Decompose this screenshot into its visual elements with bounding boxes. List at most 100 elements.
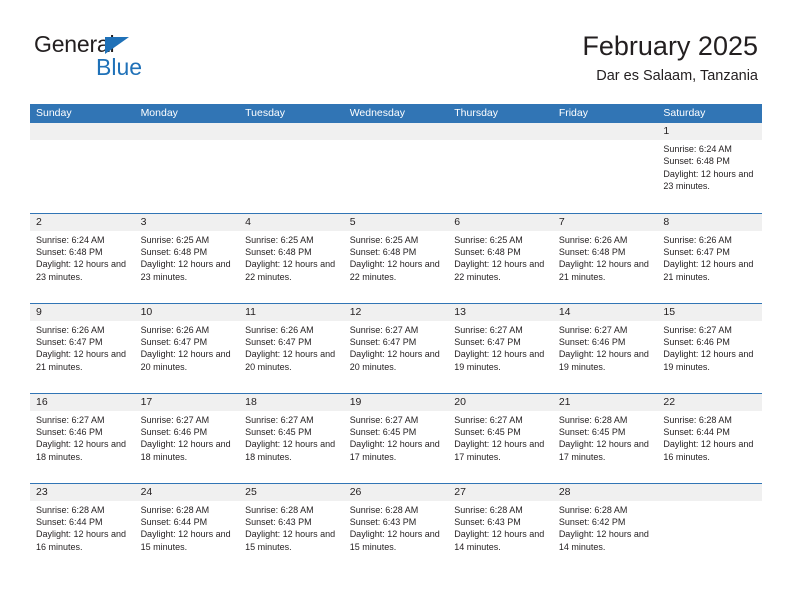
day-sun-info: Sunrise: 6:27 AM Sunset: 6:47 PM Daylight:…: [448, 321, 553, 374]
sunset-text: Sunset: 6:48 PM: [663, 156, 730, 167]
day-cell-inner: 10 Sunrise: 6:26 AM Sunset: 6:47 PM Dayligh…: [134, 303, 240, 393]
day-sun-info: Sunrise: 6:27 AM Sunset: 6:46 PM Daylight:…: [135, 411, 240, 464]
sunset-text: Sunset: 6:48 PM: [349, 246, 417, 257]
day-sun-info: Sunrise: 6:27 AM Sunset: 6:46 PM Daylight:…: [30, 411, 135, 464]
day-cell-inner: 26 Sunrise: 6:28 AM Sunset: 6:43 PM Dayligh…: [343, 483, 449, 580]
daylight-text: Daylight: 12 hours and 21 minutes.: [663, 259, 754, 282]
calendar-day-cell[interactable]: 2 Sunrise: 6:24 AM Sunset: 6:48 PM Daylight…: [30, 212, 135, 303]
calendar-day-cell[interactable]: 11 Sunrise: 6:26 AM Sunset: 6:47 PM Dayligh…: [239, 302, 344, 393]
calendar-day-cell[interactable]: 17 Sunrise: 6:27 AM Sunset: 6:46 PM Dayligh…: [134, 392, 240, 483]
day-number: 1: [657, 123, 762, 140]
calendar-day-cell[interactable]: 15 Sunrise: 6:27 AM Sunset: 6:46 PM Dayligh…: [657, 302, 762, 393]
calendar-day-cell[interactable]: 8 Sunrise: 6:26 AM Sunset: 6:47 PM Daylight…: [657, 212, 762, 303]
calendar-day-cell[interactable]: 3 Sunrise: 6:25 AM Sunset: 6:48 PM Daylight…: [134, 212, 240, 303]
calendar-day-cell[interactable]: 20 Sunrise: 6:27 AM Sunset: 6:45 PM Dayligh…: [448, 392, 553, 483]
brand-name-blue: Blue: [96, 54, 143, 80]
calendar-day-cell-empty: [239, 123, 344, 213]
sunset-text: Sunset: 6:47 PM: [349, 336, 417, 347]
sunset-text: Sunset: 6:43 PM: [245, 516, 312, 527]
day-header-saturday: Saturday: [657, 104, 762, 123]
day-header-sunday: Sunday: [30, 104, 135, 123]
day-cell-inner: 5 Sunrise: 6:25 AM Sunset: 6:48 PM Daylight…: [343, 213, 449, 303]
sunset-text: Sunset: 6:48 PM: [140, 246, 208, 257]
sunrise-text: Sunrise: 6:27 AM: [558, 324, 628, 335]
day-cell-inner: [134, 123, 240, 213]
calendar-day-cell[interactable]: 18 Sunrise: 6:27 AM Sunset: 6:45 PM Dayligh…: [239, 392, 344, 483]
calendar-day-cell-empty: [552, 123, 658, 213]
day-sun-info: Sunrise: 6:25 AM Sunset: 6:48 PM Daylight:…: [239, 231, 344, 284]
calendar-day-cell[interactable]: 21 Sunrise: 6:28 AM Sunset: 6:45 PM Dayligh…: [552, 392, 658, 483]
calendar-week-row: 9 Sunrise: 6:26 AM Sunset: 6:47 PM Daylight…: [30, 302, 762, 393]
sunrise-text: Sunrise: 6:28 AM: [454, 504, 523, 515]
day-cell-inner: 14 Sunrise: 6:27 AM Sunset: 6:46 PM Dayligh…: [552, 303, 658, 393]
calendar-day-cell[interactable]: 6 Sunrise: 6:25 AM Sunset: 6:48 PM Daylight…: [448, 212, 553, 303]
day-cell-inner: 21 Sunrise: 6:28 AM Sunset: 6:45 PM Dayligh…: [552, 393, 658, 483]
daylight-text: Daylight: 12 hours and 20 minutes.: [245, 349, 336, 372]
calendar-day-cell[interactable]: 4 Sunrise: 6:25 AM Sunset: 6:48 PM Daylight…: [239, 212, 344, 303]
sunrise-text: Sunrise: 6:26 AM: [558, 234, 628, 245]
calendar-day-cell[interactable]: 13 Sunrise: 6:27 AM Sunset: 6:47 PM Dayligh…: [448, 302, 553, 393]
day-sun-info: Sunrise: 6:28 AM Sunset: 6:42 PM Daylight:…: [553, 501, 658, 554]
day-cell-inner: 1 Sunrise: 6:24 AM Sunset: 6:48 PM Daylight…: [657, 123, 762, 213]
general-blue-logo[interactable]: General Blue: [34, 33, 254, 91]
day-cell-inner: [657, 483, 762, 580]
daylight-text: Daylight: 12 hours and 22 minutes.: [245, 259, 336, 282]
day-sun-info: Sunrise: 6:28 AM Sunset: 6:43 PM Daylight:…: [344, 501, 449, 554]
calendar-day-cell[interactable]: 24 Sunrise: 6:28 AM Sunset: 6:44 PM Dayligh…: [134, 482, 240, 579]
calendar-day-cell[interactable]: 7 Sunrise: 6:26 AM Sunset: 6:48 PM Daylight…: [552, 212, 658, 303]
day-sun-info: Sunrise: 6:28 AM Sunset: 6:44 PM Daylight:…: [30, 501, 135, 554]
calendar-day-cell[interactable]: 1 Sunrise: 6:24 AM Sunset: 6:48 PM Daylight…: [657, 123, 762, 213]
calendar-day-cell[interactable]: 10 Sunrise: 6:26 AM Sunset: 6:47 PM Dayligh…: [134, 302, 240, 393]
day-cell-inner: 3 Sunrise: 6:25 AM Sunset: 6:48 PM Daylight…: [134, 213, 240, 303]
daylight-text: Daylight: 12 hours and 19 minutes.: [454, 349, 545, 372]
day-number: 18: [239, 393, 344, 411]
calendar-day-cell[interactable]: 26 Sunrise: 6:28 AM Sunset: 6:43 PM Dayligh…: [343, 482, 449, 580]
day-sun-info: Sunrise: 6:26 AM Sunset: 6:47 PM Daylight:…: [657, 231, 762, 284]
day-cell-inner: 23 Sunrise: 6:28 AM Sunset: 6:44 PM Dayligh…: [30, 483, 135, 580]
calendar-day-cell[interactable]: 16 Sunrise: 6:27 AM Sunset: 6:46 PM Dayligh…: [30, 392, 135, 483]
sunrise-text: Sunrise: 6:26 AM: [663, 234, 732, 245]
day-number: 25: [239, 483, 344, 501]
daylight-text: Daylight: 12 hours and 23 minutes.: [663, 168, 754, 192]
calendar-day-cell[interactable]: 14 Sunrise: 6:27 AM Sunset: 6:46 PM Dayligh…: [552, 302, 658, 393]
day-cell-inner: 22 Sunrise: 6:28 AM Sunset: 6:44 PM Dayligh…: [657, 393, 762, 483]
sunset-text: Sunset: 6:43 PM: [454, 516, 521, 527]
daylight-text: Daylight: 12 hours and 19 minutes.: [558, 349, 649, 372]
calendar-day-cell[interactable]: 9 Sunrise: 6:26 AM Sunset: 6:47 PM Daylight…: [30, 302, 135, 393]
calendar-day-cell[interactable]: 12 Sunrise: 6:27 AM Sunset: 6:47 PM Dayligh…: [343, 302, 449, 393]
daylight-text: Daylight: 12 hours and 22 minutes.: [454, 259, 545, 282]
calendar-day-cell[interactable]: 25 Sunrise: 6:28 AM Sunset: 6:43 PM Dayligh…: [239, 482, 344, 579]
day-cell-inner: [239, 123, 344, 213]
day-cell-inner: [343, 123, 449, 213]
calendar-day-cell[interactable]: 28 Sunrise: 6:28 AM Sunset: 6:42 PM Dayligh…: [552, 482, 658, 579]
day-header-tuesday: Tuesday: [239, 104, 344, 123]
calendar-day-cell[interactable]: 23 Sunrise: 6:28 AM Sunset: 6:44 PM Dayligh…: [30, 482, 135, 580]
day-number: 22: [657, 393, 762, 411]
day-sun-info: Sunrise: 6:28 AM Sunset: 6:43 PM Daylight:…: [239, 501, 344, 554]
day-sun-info: Sunrise: 6:26 AM Sunset: 6:47 PM Daylight:…: [239, 321, 344, 374]
day-number: [448, 123, 553, 140]
daylight-text: Daylight: 12 hours and 15 minutes.: [245, 529, 336, 552]
sunset-text: Sunset: 6:47 PM: [140, 336, 208, 347]
sunrise-text: Sunrise: 6:24 AM: [36, 234, 105, 245]
sunset-text: Sunset: 6:42 PM: [558, 516, 626, 527]
daylight-text: Daylight: 12 hours and 16 minutes.: [663, 439, 754, 462]
daylight-text: Daylight: 12 hours and 20 minutes.: [349, 349, 440, 372]
brand-name-general: General: [34, 31, 115, 57]
day-number: [239, 123, 344, 140]
sunset-text: Sunset: 6:45 PM: [349, 426, 417, 437]
calendar-day-cell[interactable]: 19 Sunrise: 6:27 AM Sunset: 6:45 PM Dayligh…: [343, 392, 449, 483]
day-number: 26: [343, 483, 449, 501]
sunset-text: Sunset: 6:46 PM: [140, 426, 208, 437]
calendar-day-cell[interactable]: 22 Sunrise: 6:28 AM Sunset: 6:44 PM Dayligh…: [657, 392, 762, 483]
calendar-day-cell[interactable]: 27 Sunrise: 6:28 AM Sunset: 6:43 PM Dayligh…: [448, 482, 553, 579]
calendar-day-cell[interactable]: 5 Sunrise: 6:25 AM Sunset: 6:48 PM Daylight…: [343, 212, 449, 303]
sunset-text: Sunset: 6:47 PM: [454, 336, 521, 347]
sunset-text: Sunset: 6:48 PM: [454, 246, 521, 257]
sunrise-text: Sunrise: 6:27 AM: [140, 414, 210, 425]
day-cell-inner: 18 Sunrise: 6:27 AM Sunset: 6:45 PM Dayligh…: [239, 393, 344, 483]
calendar-week-row: 1 Sunrise: 6:24 AM Sunset: 6:48 PM Daylight…: [30, 123, 762, 213]
day-cell-inner: 8 Sunrise: 6:26 AM Sunset: 6:47 PM Daylight…: [657, 213, 762, 303]
sunset-text: Sunset: 6:48 PM: [245, 246, 312, 257]
calendar-day-cell-empty: [657, 482, 762, 580]
